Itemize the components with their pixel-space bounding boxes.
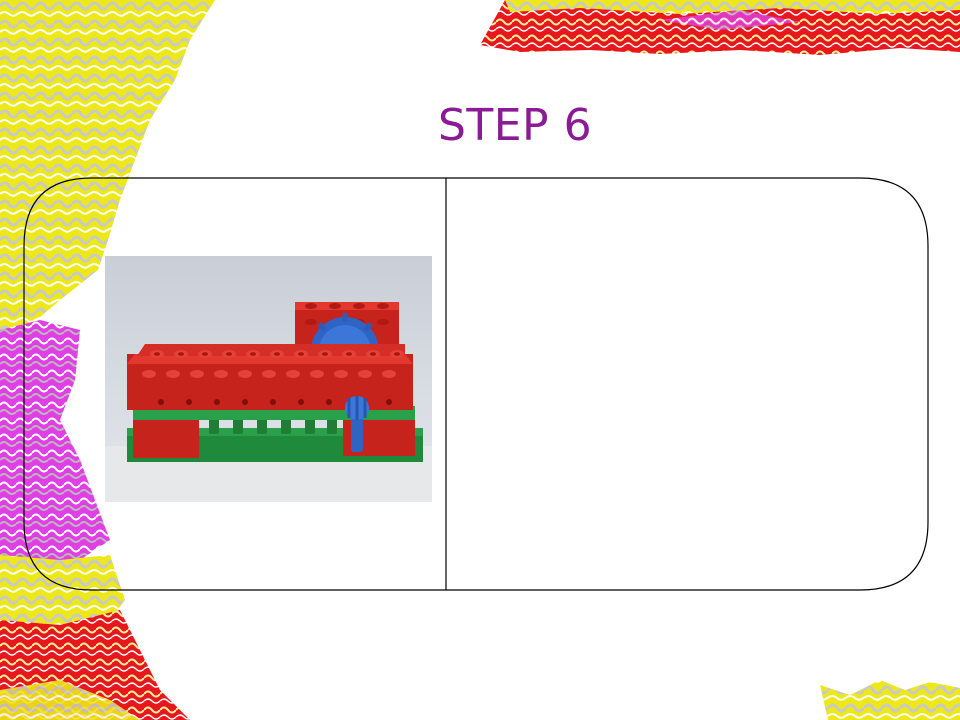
- duplo-gear-model-image: [105, 302, 432, 502]
- right-panel: [448, 178, 928, 590]
- model-photo: [105, 256, 432, 502]
- slide-title: STEP 6: [437, 100, 593, 151]
